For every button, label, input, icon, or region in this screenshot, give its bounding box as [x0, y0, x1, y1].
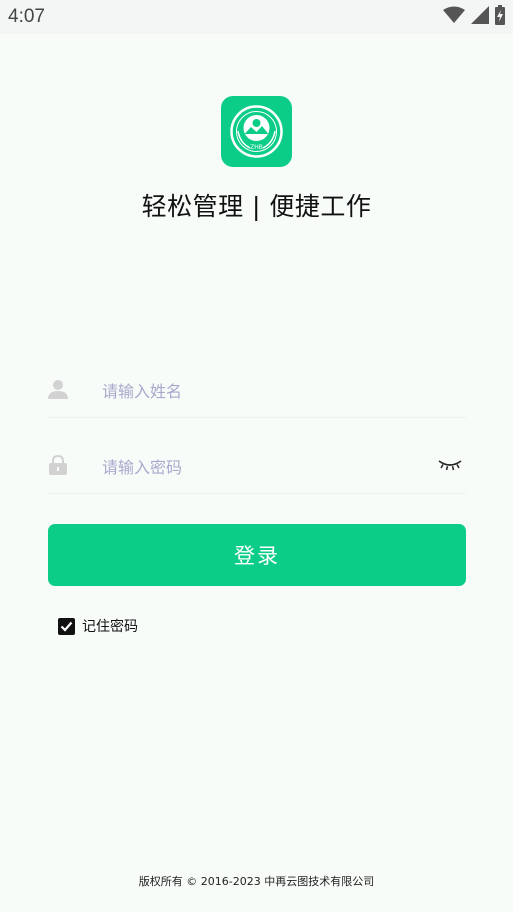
environmental-emblem-icon: ZHB	[230, 105, 283, 158]
remember-label: 记住密码	[82, 619, 138, 635]
password-field	[48, 439, 466, 495]
remember-checkbox[interactable]	[58, 617, 75, 635]
status-bar: 4:07	[0, 0, 513, 34]
status-icons	[443, 5, 505, 29]
cellular-signal-icon	[471, 6, 489, 28]
wifi-icon	[443, 6, 465, 28]
lock-icon	[48, 454, 68, 479]
name-input[interactable]	[100, 363, 424, 419]
remember-password[interactable]: 记住密码	[58, 616, 138, 636]
copyright-footer: 版权所有 © 2016-2023 中再云图技术有限公司	[138, 875, 375, 888]
password-input[interactable]	[100, 439, 424, 495]
checkmark-icon	[60, 621, 73, 632]
tagline: 轻松管理 | 便捷工作	[141, 192, 372, 221]
battery-charging-icon	[495, 5, 505, 29]
status-time: 4:07	[8, 6, 45, 27]
login-button[interactable]: 登录	[48, 524, 466, 586]
emblem-text: ZHB	[250, 144, 263, 151]
user-icon	[48, 379, 68, 403]
app-logo: ZHB	[221, 96, 292, 167]
eye-closed-icon[interactable]	[438, 457, 462, 476]
name-field	[48, 363, 466, 419]
